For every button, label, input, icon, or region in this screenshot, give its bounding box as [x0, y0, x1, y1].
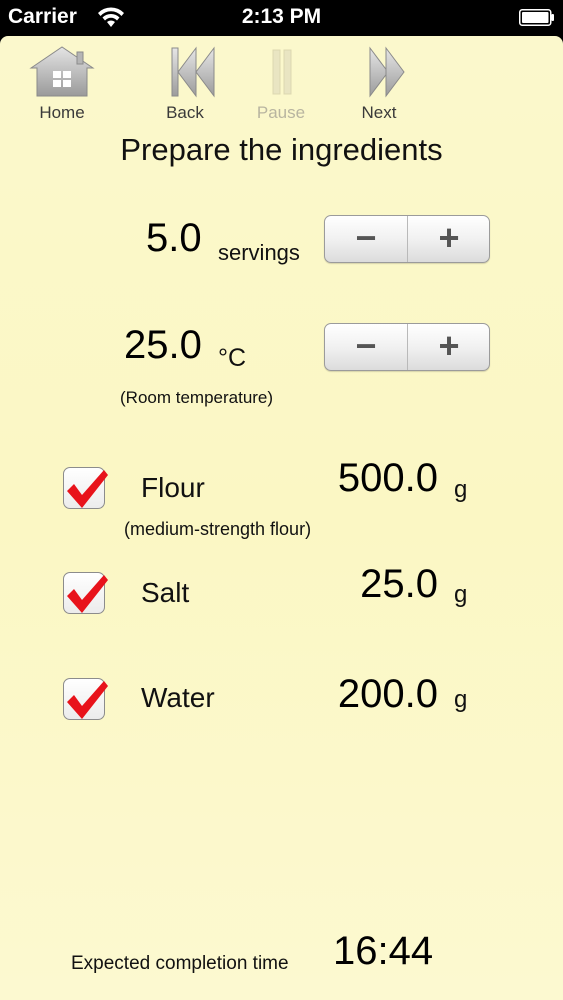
home-button[interactable]: Home	[17, 44, 107, 124]
pause-icon	[272, 49, 292, 95]
water-checkbox[interactable]	[63, 678, 108, 720]
temperature-stepper: − +	[324, 323, 490, 371]
salt-checkbox[interactable]	[63, 572, 108, 614]
temperature-decrease-button[interactable]: −	[325, 324, 407, 370]
completion-time-label: Expected completion time	[71, 953, 289, 974]
servings-decrease-button[interactable]: −	[325, 216, 407, 262]
servings-increase-button[interactable]: +	[407, 216, 489, 262]
servings-stepper: − +	[324, 215, 490, 263]
page-title: Prepare the ingredients	[120, 132, 443, 167]
water-amount: 200.0	[337, 672, 438, 716]
check-mark-icon	[67, 575, 108, 613]
servings-value: 5.0	[146, 216, 202, 260]
flour-note: (medium-strength flour)	[124, 519, 312, 539]
home-label: Home	[39, 103, 85, 122]
salt-amount: 25.0	[360, 562, 438, 606]
water-unit: g	[454, 686, 468, 713]
next-icon	[369, 46, 405, 98]
temperature-value: 25.0	[124, 323, 202, 367]
temperature-note: (Room temperature)	[120, 388, 274, 407]
servings-unit: servings	[218, 240, 300, 265]
battery-icon	[519, 9, 554, 26]
flour-unit: g	[454, 476, 468, 503]
flour-amount: 500.0	[337, 456, 438, 500]
temperature-unit: °C	[218, 344, 247, 372]
completion-time-value: 16:44	[333, 929, 434, 973]
temperature-increase-button[interactable]: +	[407, 324, 489, 370]
salt-unit: g	[454, 581, 468, 608]
next-button[interactable]: Next	[334, 44, 424, 124]
status-bar: Carrier 2:13 PM	[0, 0, 563, 36]
flour-name: Flour	[141, 472, 205, 503]
back-label: Back	[166, 103, 204, 122]
back-button[interactable]: Back	[140, 44, 230, 124]
pause-label: Pause	[256, 103, 306, 122]
back-icon	[171, 46, 215, 98]
check-mark-icon	[67, 470, 108, 508]
pause-button[interactable]: Pause	[236, 44, 326, 124]
check-mark-icon	[67, 681, 108, 719]
status-time: 2:13 PM	[241, 5, 322, 28]
water-name: Water	[141, 682, 215, 713]
salt-name: Salt	[141, 577, 190, 608]
home-icon	[29, 46, 95, 97]
flour-checkbox[interactable]	[63, 467, 108, 509]
app-screen: Home Back Pause Next Prepare the ingredi…	[0, 36, 563, 1000]
next-label: Next	[361, 103, 397, 122]
